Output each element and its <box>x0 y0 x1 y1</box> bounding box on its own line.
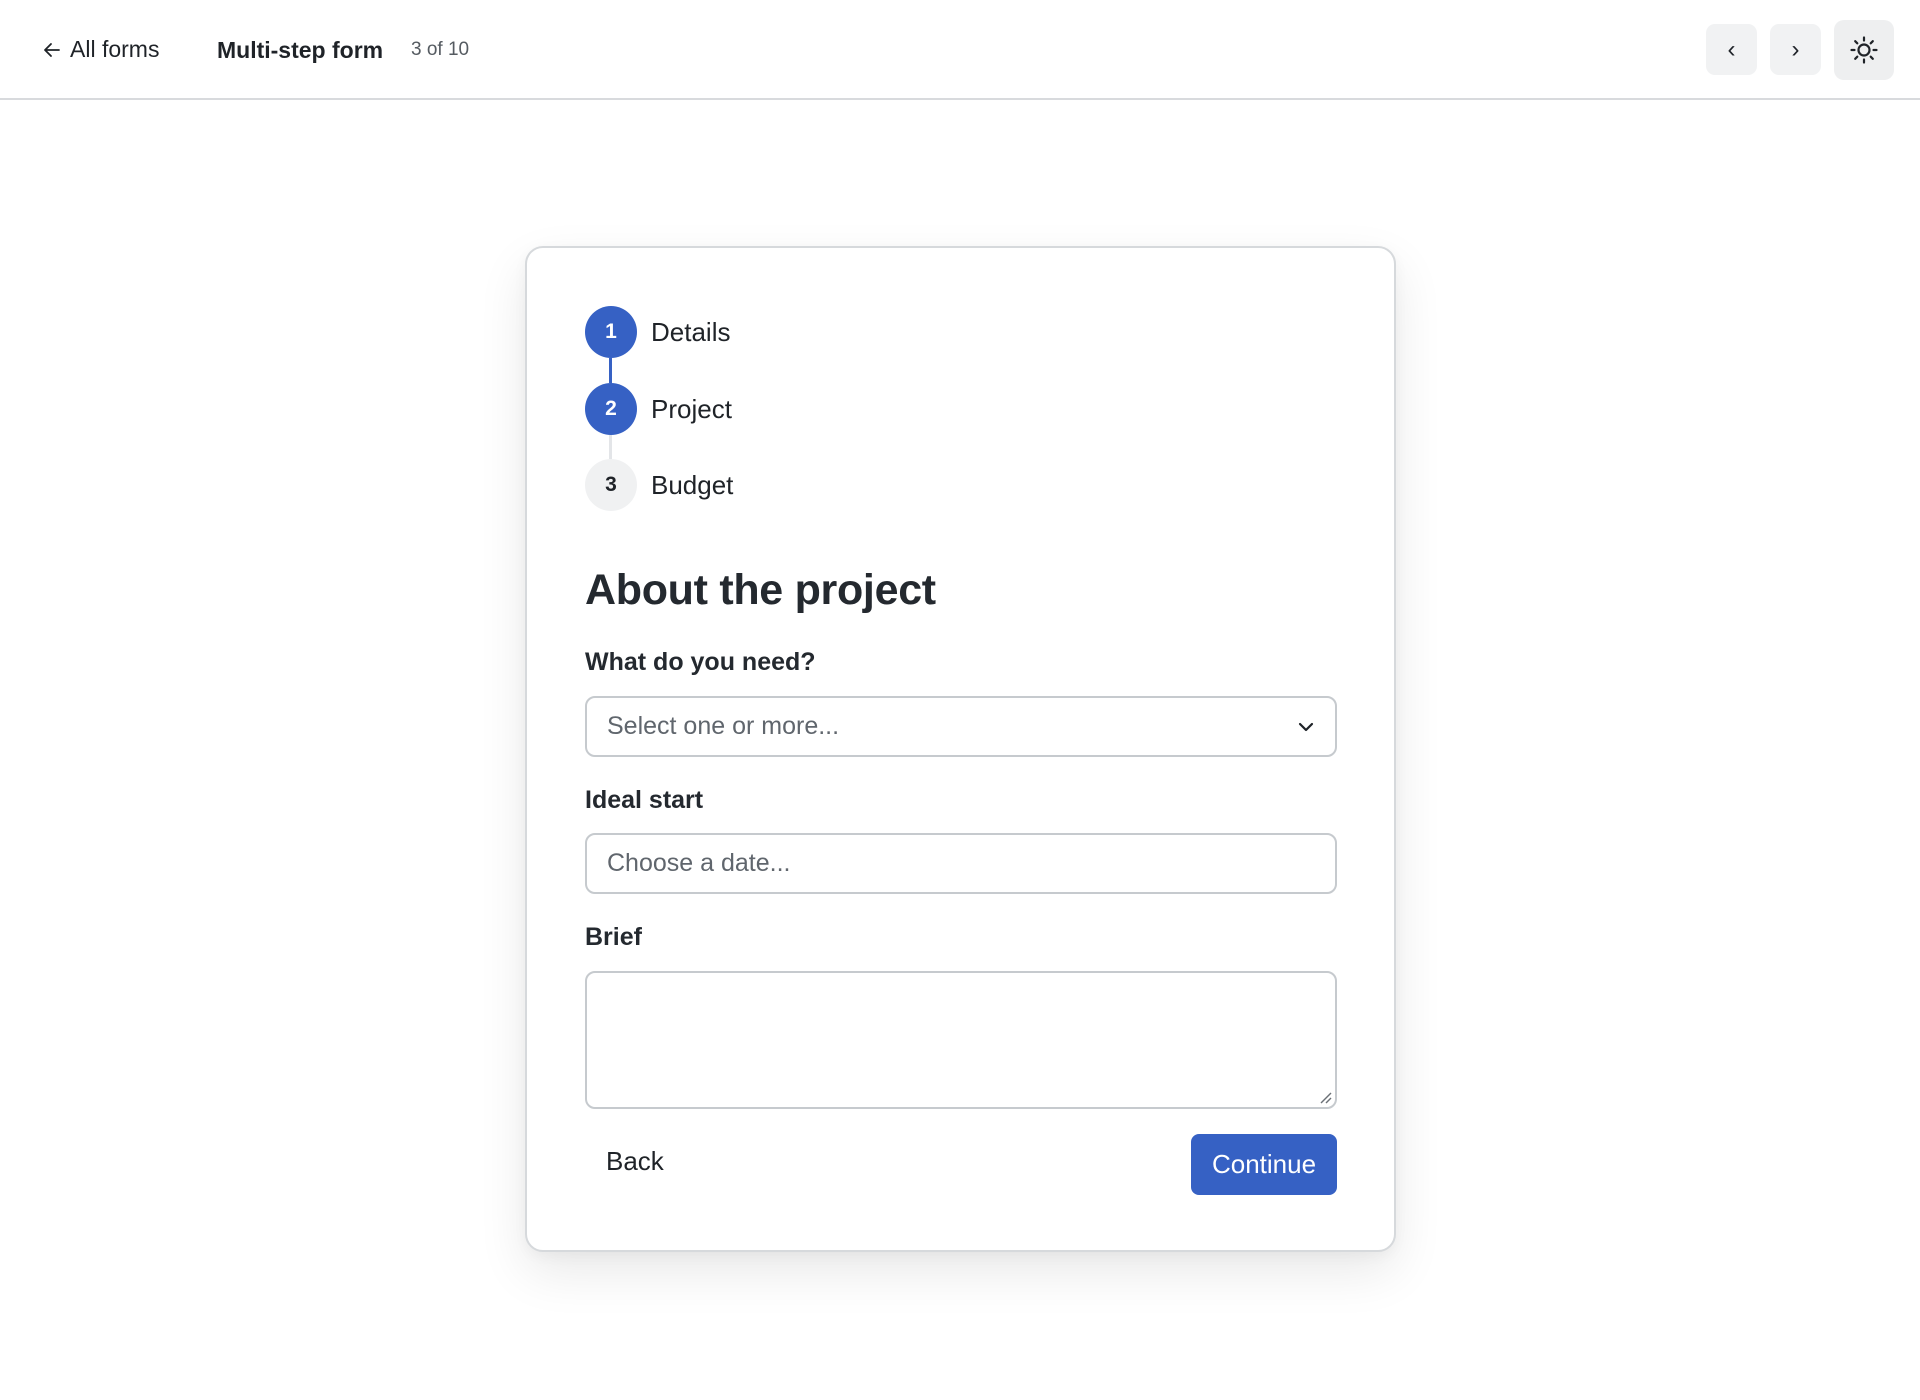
sun-icon <box>1850 36 1878 64</box>
need-label: What do you need? <box>585 648 816 676</box>
section-title: About the project <box>585 566 936 614</box>
step-label: Budget <box>651 469 734 500</box>
form-title: Multi-step form <box>217 37 384 63</box>
step-number: 1 <box>585 306 637 358</box>
previous-form-button[interactable]: ‹ <box>1706 24 1757 75</box>
step-project: 2 Project <box>585 383 732 435</box>
all-forms-link[interactable]: All forms <box>42 36 159 63</box>
resize-handle-icon[interactable] <box>1318 1090 1332 1104</box>
chevron-down-icon <box>1298 722 1314 732</box>
next-form-button[interactable]: › <box>1770 24 1821 75</box>
stepper: 1 Details 2 Project 3 Budget <box>585 306 985 516</box>
brief-textarea[interactable] <box>585 971 1337 1109</box>
step-budget: 3 Budget <box>585 459 733 511</box>
theme-toggle-button[interactable] <box>1834 20 1894 80</box>
continue-button[interactable]: Continue <box>1191 1134 1337 1195</box>
step-number: 3 <box>585 459 637 511</box>
arrow-left-icon <box>44 42 60 57</box>
step-details: 1 Details <box>585 306 730 358</box>
back-button[interactable]: Back <box>606 1146 664 1177</box>
chevron-left-icon: ‹ <box>1727 35 1736 63</box>
step-connector <box>609 358 612 383</box>
step-label: Details <box>651 316 731 347</box>
all-forms-label: All forms <box>70 36 160 62</box>
brief-label: Brief <box>585 923 642 951</box>
step-connector <box>609 435 612 459</box>
chevron-right-icon: › <box>1791 35 1800 63</box>
need-select[interactable]: Select one or more... <box>585 696 1337 757</box>
form-card: 1 Details 2 Project 3 Budget About the p… <box>525 246 1396 1252</box>
need-select-placeholder: Select one or more... <box>607 712 840 740</box>
step-label: Project <box>651 393 732 424</box>
start-date-input[interactable] <box>585 833 1337 894</box>
step-number: 2 <box>585 383 637 435</box>
continue-label: Continue <box>1211 1149 1317 1179</box>
start-label: Ideal start <box>585 786 704 814</box>
form-counter: 3 of 10 <box>411 39 470 60</box>
top-bar: All forms Multi-step form 3 of 10 ‹ › <box>0 0 1920 100</box>
